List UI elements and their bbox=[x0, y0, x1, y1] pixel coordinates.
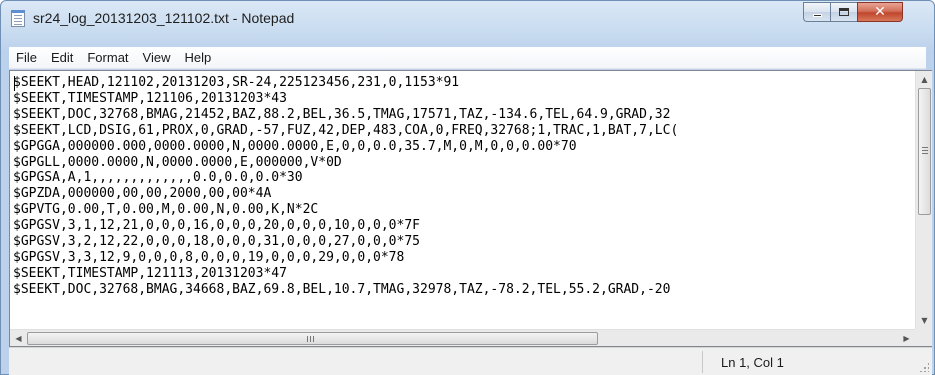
scroll-down-button[interactable]: ▼ bbox=[916, 312, 933, 329]
minimize-button[interactable] bbox=[803, 2, 830, 22]
grip-icon bbox=[922, 147, 928, 148]
horizontal-scroll-thumb[interactable] bbox=[27, 332, 598, 345]
text-line: $GPZDA,000000,00,00,2000,00,00*4A bbox=[13, 186, 272, 202]
menu-format[interactable]: Format bbox=[80, 47, 135, 69]
menu-edit[interactable]: Edit bbox=[44, 47, 80, 69]
close-button[interactable]: ✕ bbox=[857, 2, 903, 22]
title-bar[interactable]: sr24_log_20131203_121102.txt - Notepad ✕ bbox=[1, 1, 934, 35]
maximize-button[interactable] bbox=[830, 2, 857, 22]
text-line: $GPGSV,3,1,12,21,0,0,0,16,0,0,0,20,0,0,0… bbox=[13, 218, 420, 234]
minimize-icon bbox=[812, 13, 822, 17]
text-editor[interactable]: $SEEKT,HEAD,121102,20131203,SR-24,225123… bbox=[10, 71, 915, 329]
menu-view[interactable]: View bbox=[136, 47, 178, 69]
notepad-icon[interactable] bbox=[11, 10, 25, 27]
text-line: $SEEKT,HEAD,121102,20131203,SR-24,225123… bbox=[13, 75, 460, 90]
menu-file[interactable]: File bbox=[9, 47, 44, 69]
text-line: $SEEKT,DOC,32768,BMAG,21452,BAZ,88.2,BEL… bbox=[13, 106, 671, 122]
grip-icon bbox=[307, 336, 308, 342]
close-icon: ✕ bbox=[874, 4, 886, 20]
scroll-left-button[interactable]: ◀ bbox=[10, 330, 27, 347]
maximize-icon bbox=[839, 8, 849, 16]
text-line: $GPGSV,3,2,12,22,0,0,0,18,0,0,0,31,0,0,0… bbox=[13, 234, 420, 250]
text-caret bbox=[14, 76, 15, 91]
notepad-window: sr24_log_20131203_121102.txt - Notepad ✕… bbox=[0, 0, 935, 375]
caption-buttons: ✕ bbox=[803, 2, 903, 22]
horizontal-scrollbar[interactable]: ◀ ▶ bbox=[10, 329, 915, 346]
menu-bar: File Edit Format View Help bbox=[9, 47, 926, 69]
menu-help[interactable]: Help bbox=[177, 47, 218, 69]
scroll-right-button[interactable]: ▶ bbox=[898, 330, 915, 347]
text-line: $GPGSV,3,3,12,9,0,0,0,8,0,0,0,19,0,0,0,2… bbox=[13, 249, 405, 265]
text-line: $GPGGA,000000.000,0000.0000,N,0000.0000,… bbox=[13, 138, 577, 154]
scrollbar-corner bbox=[915, 329, 932, 346]
text-line: $GPGSA,A,1,,,,,,,,,,,,,0.0,0.0,0.0*30 bbox=[13, 170, 303, 186]
window-title: sr24_log_20131203_121102.txt - Notepad bbox=[33, 10, 295, 26]
resize-grip-icon[interactable] bbox=[919, 362, 929, 372]
vertical-scrollbar[interactable]: ▲ ▼ bbox=[915, 71, 932, 329]
text-line: $SEEKT,TIMESTAMP,121106,20131203*43 bbox=[13, 90, 287, 106]
scroll-up-button[interactable]: ▲ bbox=[916, 71, 933, 88]
status-divider bbox=[702, 351, 703, 373]
text-line: $SEEKT,LCD,DSIG,61,PROX,0,GRAD,-57,FUZ,4… bbox=[13, 122, 679, 138]
cursor-position: Ln 1, Col 1 bbox=[721, 355, 784, 370]
status-bar: Ln 1, Col 1 bbox=[9, 347, 932, 375]
editor-frame: $SEEKT,HEAD,121102,20131203,SR-24,225123… bbox=[9, 70, 932, 347]
text-line: $SEEKT,TIMESTAMP,121113,20131203*47 bbox=[13, 265, 287, 281]
vertical-scroll-thumb[interactable] bbox=[918, 88, 931, 215]
text-line: $GPVTG,0.00,T,0.00,M,0.00,N,0.00,K,N*2C bbox=[13, 202, 319, 218]
text-line: $GPGLL,0000.0000,N,0000.0000,E,000000,V*… bbox=[13, 154, 342, 170]
text-line: $SEEKT,DOC,32768,BMAG,34668,BAZ,69.8,BEL… bbox=[13, 281, 671, 297]
